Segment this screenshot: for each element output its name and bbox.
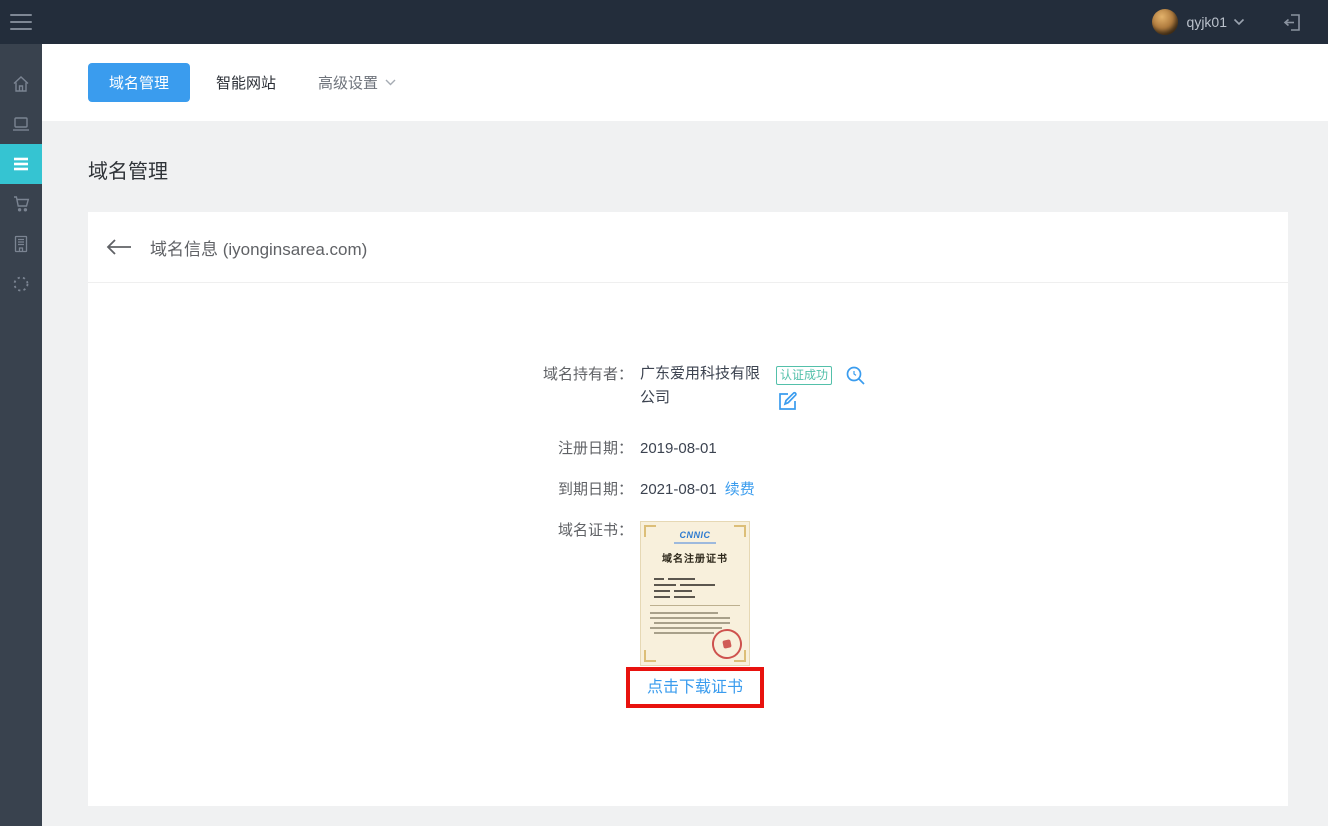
tab-advanced-settings[interactable]: 高级设置 <box>318 72 396 93</box>
loader-icon <box>11 274 31 294</box>
certificate-column: CNNIC 域名注册证书 <box>640 521 764 708</box>
register-date-row: 注册日期： 2019-08-01 <box>540 439 1288 458</box>
holder-meta: 认证成功 <box>776 365 866 417</box>
building-icon <box>12 234 30 254</box>
sidebar-item-list[interactable] <box>0 144 42 184</box>
sidebar-item-cart[interactable] <box>0 184 42 224</box>
holder-label: 域名持有者： <box>540 365 633 417</box>
certificate-fields <box>654 578 749 598</box>
magnifier-icon <box>845 365 866 386</box>
tab-domain-management[interactable]: 域名管理 <box>88 63 190 102</box>
sidebar-item-loader[interactable] <box>0 264 42 304</box>
username[interactable]: qyjk01 <box>1187 14 1227 30</box>
panel-header: 域名信息 (iyonginsarea.com) <box>88 212 1288 283</box>
expire-date-value: 2021-08-01 <box>640 480 717 499</box>
avatar[interactable] <box>1152 9 1178 35</box>
logout-icon[interactable] <box>1283 12 1304 33</box>
holder-row: 域名持有者： 广东爱用科技有限公司 认证成功 <box>540 365 1288 417</box>
back-arrow-icon <box>105 238 133 256</box>
cert-corner-ornament <box>734 525 746 537</box>
monitor-icon <box>11 115 31 133</box>
renew-link[interactable]: 续费 <box>725 480 755 499</box>
domain-details: 域名持有者： 广东爱用科技有限公司 认证成功 <box>88 283 1288 708</box>
chevron-down-icon <box>385 79 396 86</box>
holder-meta-top: 认证成功 <box>776 365 866 386</box>
view-detail-button[interactable] <box>845 365 866 386</box>
register-date-label: 注册日期： <box>540 439 633 458</box>
certificate-title: 域名注册证书 <box>641 550 749 569</box>
tab-advanced-settings-label: 高级设置 <box>318 72 378 93</box>
holder-value: 广东爱用科技有限公司 <box>640 362 772 417</box>
certificate-label: 域名证书： <box>540 521 633 708</box>
topbar-user-area: qyjk01 <box>1152 9 1304 35</box>
sidebar-item-building[interactable] <box>0 224 42 264</box>
main-area: 域名管理 智能网站 高级设置 域名管理 域名信息 (iyonginsarea.c… <box>42 44 1328 826</box>
cnnic-logo-subline <box>674 542 716 544</box>
certificate-row: 域名证书： CNNIC 域名注册证书 <box>540 521 1288 708</box>
register-date-value: 2019-08-01 <box>640 439 717 458</box>
cert-corner-ornament <box>644 525 656 537</box>
expire-date-row: 到期日期： 2021-08-01 续费 <box>540 480 1288 499</box>
sidebar-item-home[interactable] <box>0 64 42 104</box>
edit-icon <box>777 391 798 412</box>
edit-holder-button[interactable] <box>777 391 798 412</box>
status-badge: 认证成功 <box>776 366 832 385</box>
topbar: qyjk01 <box>0 0 1328 44</box>
download-certificate-link[interactable]: 点击下载证书 <box>647 679 743 696</box>
cnnic-logo: CNNIC <box>641 531 749 540</box>
panel-title: 域名信息 (iyonginsarea.com) <box>150 235 367 260</box>
content-area: 域名管理 域名信息 (iyonginsarea.com) 域名持有者： 广东爱用… <box>42 121 1328 826</box>
sidebar <box>0 44 42 826</box>
cart-icon <box>11 194 31 214</box>
back-button[interactable] <box>105 238 133 256</box>
sidebar-item-monitor[interactable] <box>0 104 42 144</box>
cert-corner-ornament <box>644 650 656 662</box>
edit-row <box>777 391 866 417</box>
tab-bar: 域名管理 智能网站 高级设置 <box>42 44 1328 121</box>
list-icon <box>12 157 30 171</box>
expire-date-label: 到期日期： <box>540 480 633 499</box>
certificate-thumbnail[interactable]: CNNIC 域名注册证书 <box>640 521 750 666</box>
page-title: 域名管理 <box>88 155 1328 184</box>
chevron-down-icon[interactable] <box>1233 18 1245 26</box>
holder-value-wrap: 广东爱用科技有限公司 认证成功 <box>640 365 866 417</box>
menu-icon[interactable] <box>10 14 32 30</box>
download-highlight-box: 点击下载证书 <box>626 667 764 708</box>
tab-smart-site[interactable]: 智能网站 <box>216 72 276 93</box>
domain-info-panel: 域名信息 (iyonginsarea.com) 域名持有者： 广东爱用科技有限公… <box>88 212 1288 806</box>
home-icon <box>11 74 31 94</box>
